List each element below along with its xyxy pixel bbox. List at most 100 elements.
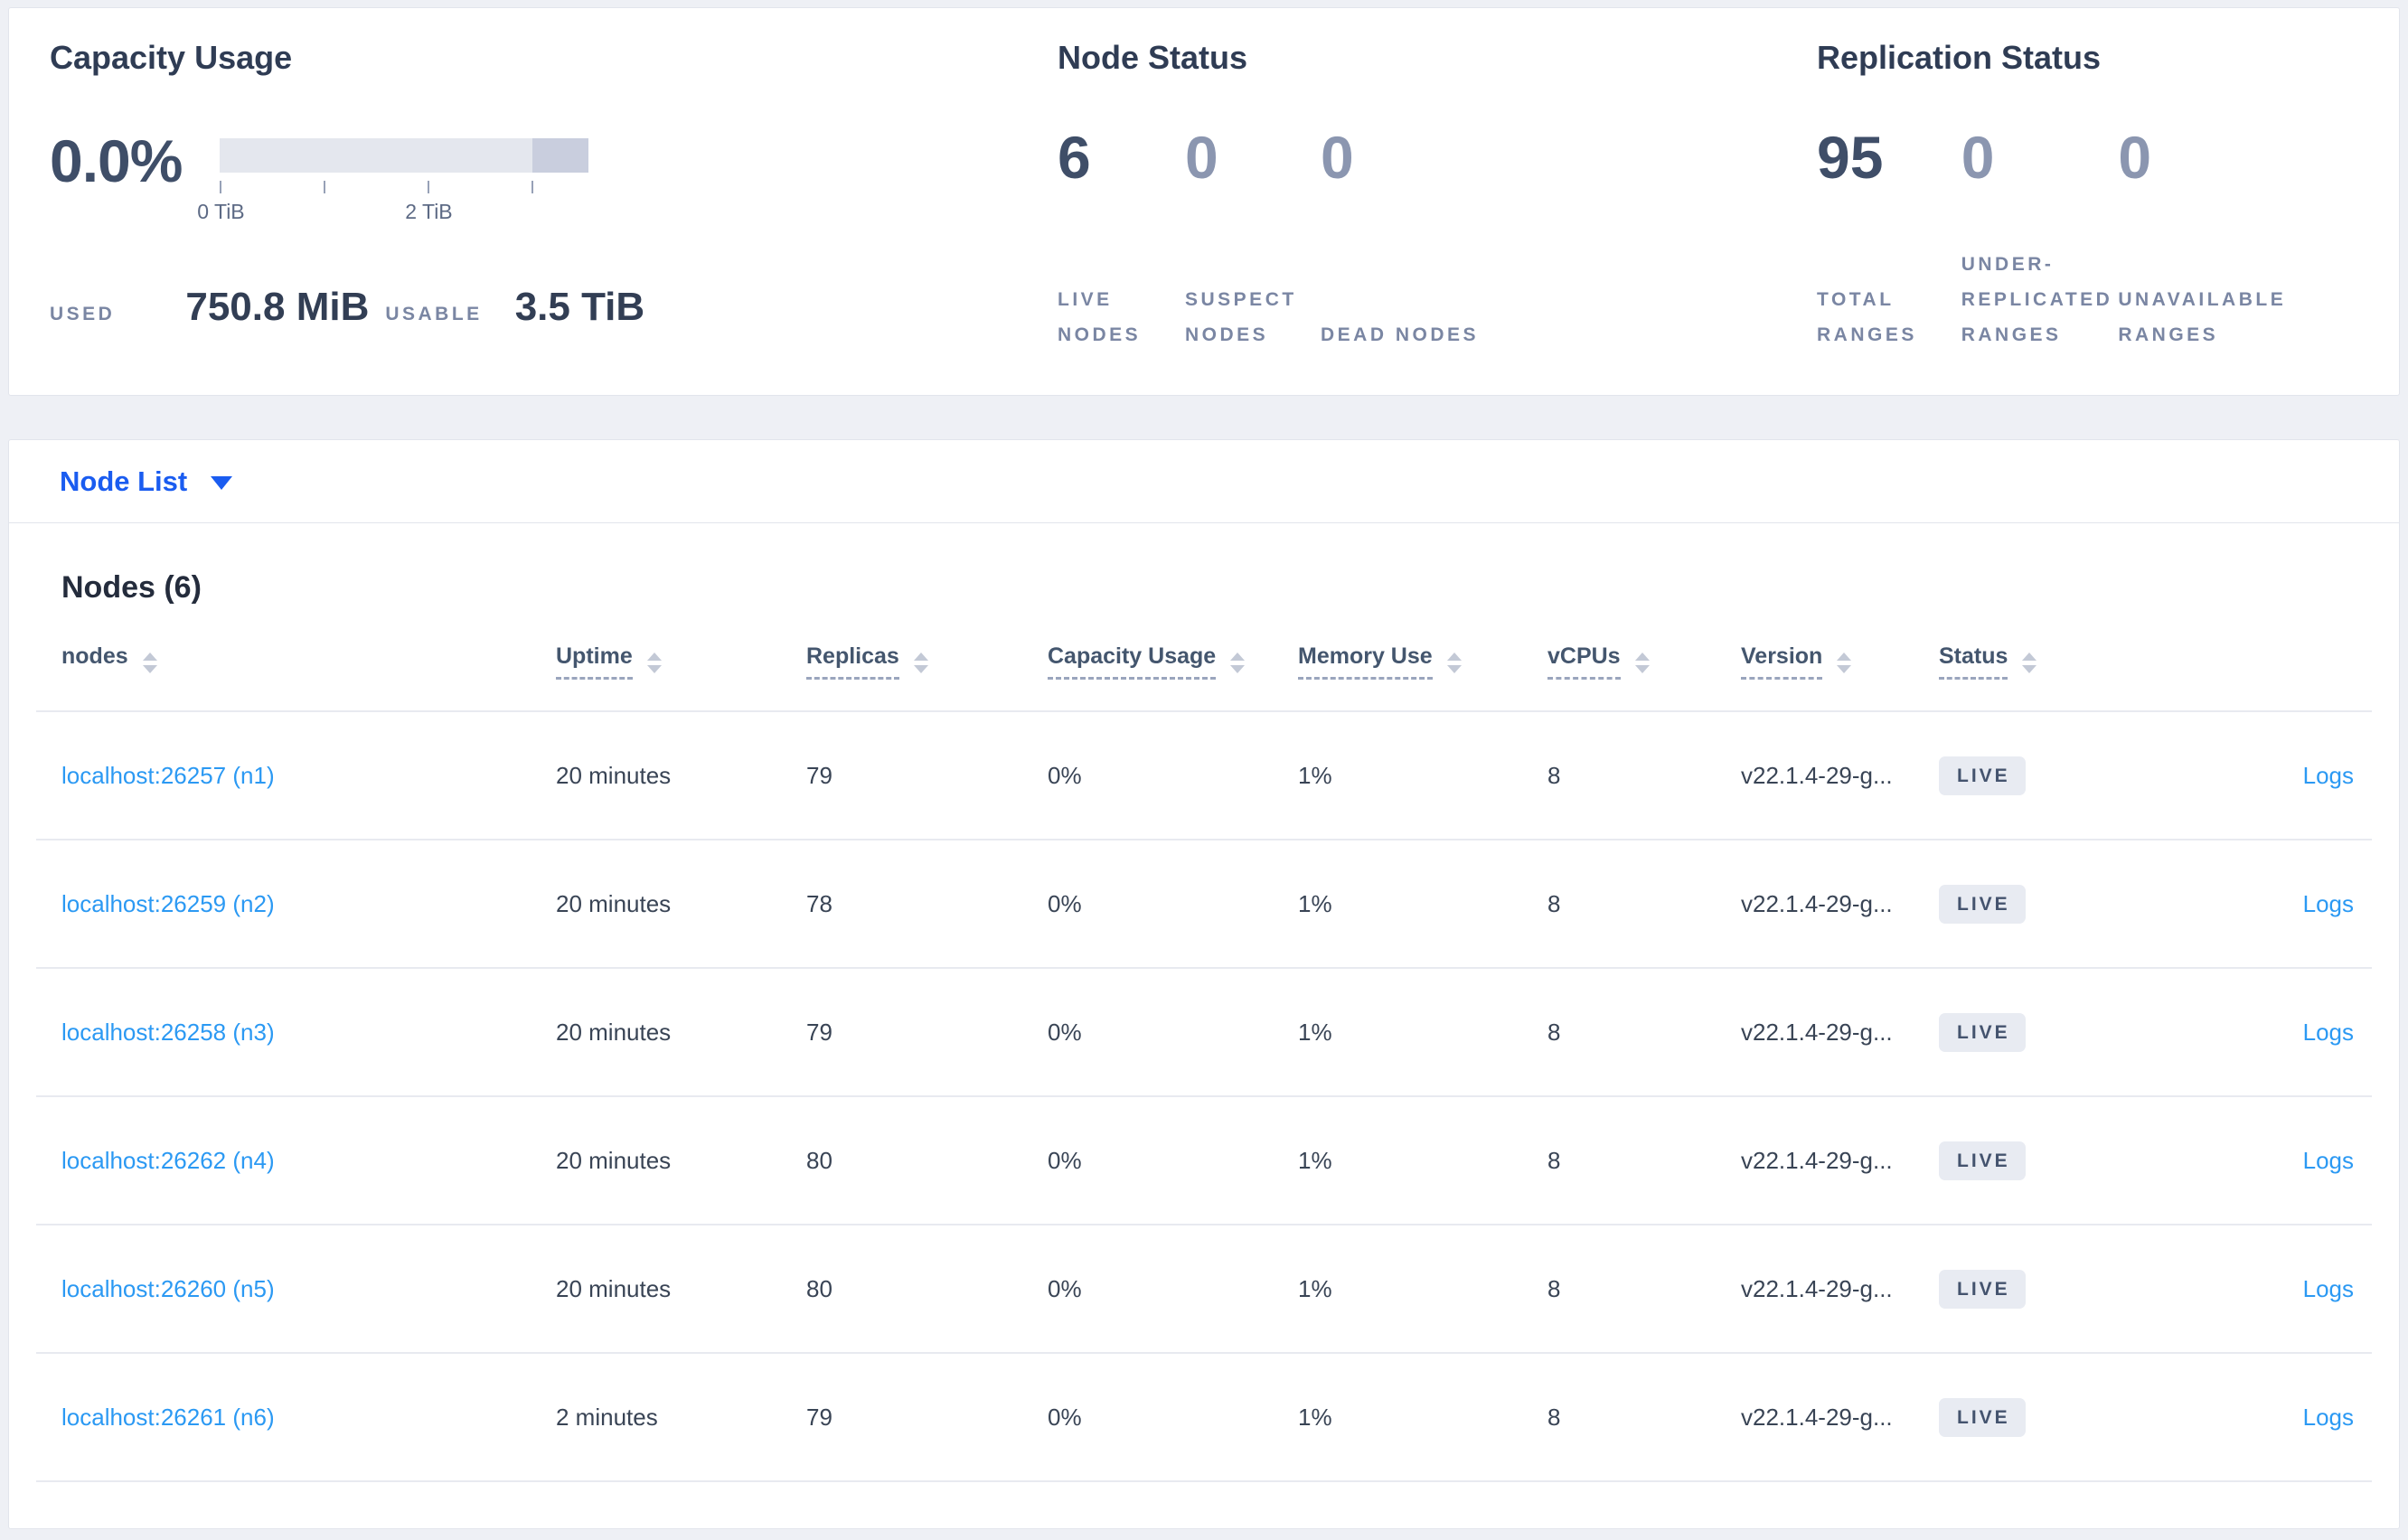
cluster-summary-card: Capacity Usage 0.0% 0 TiB 2 TiB USED 750…: [8, 7, 2400, 396]
live-nodes-stat: 6 LIVE NODES: [1058, 127, 1185, 353]
replicas-cell: 80: [806, 1146, 832, 1174]
usable-value: 3.5 TiB: [514, 285, 645, 329]
capacity-usage-section: Capacity Usage 0.0% 0 TiB 2 TiB USED 750…: [50, 39, 1058, 395]
column-header-replicas[interactable]: Replicas: [806, 643, 1048, 680]
status-badge: LIVE: [1939, 1012, 2026, 1052]
nodes-table-card: Nodes (6) nodes Uptime Replicas Capacity…: [8, 522, 2400, 1529]
uptime-cell: 20 minutes: [556, 1274, 672, 1302]
node-link[interactable]: localhost:26259 (n2): [61, 890, 275, 917]
memory-use-cell: 1%: [1298, 1146, 1332, 1174]
axis-tick-label: 2 TiB: [405, 200, 453, 223]
column-header-label: Uptime: [556, 643, 633, 680]
vcpus-cell: 8: [1547, 889, 1561, 917]
logs-link[interactable]: Logs: [2303, 1404, 2354, 1431]
uptime-cell: 20 minutes: [556, 1146, 672, 1174]
version-cell: v22.1.4-29-g...: [1741, 1146, 1893, 1174]
capacity-bar: 0 TiB 2 TiB: [197, 138, 589, 227]
node-status-title: Node Status: [1058, 39, 1248, 76]
node-link[interactable]: localhost:26260 (n5): [61, 1275, 275, 1302]
column-header-label: Replicas: [806, 643, 899, 680]
logs-link[interactable]: Logs: [2303, 890, 2354, 917]
chevron-down-icon: [211, 476, 233, 490]
unavailable-ranges-stat: 0 UNAVAILABLE RANGES: [2118, 127, 2358, 353]
unavailable-ranges-value: 0: [2118, 124, 2152, 191]
column-header-nodes[interactable]: nodes: [36, 643, 556, 673]
total-ranges-value: 95: [1817, 124, 1884, 191]
logs-link[interactable]: Logs: [2303, 762, 2354, 789]
memory-use-cell: 1%: [1298, 889, 1332, 917]
status-badge: LIVE: [1939, 1141, 2026, 1180]
sort-icon: [1837, 652, 1852, 673]
column-header-status[interactable]: Status: [1939, 643, 2138, 680]
usable-label: USABLE: [385, 304, 483, 324]
status-badge: LIVE: [1939, 1269, 2026, 1309]
table-row: localhost:26260 (n5) 20 minutes 80 0% 1%…: [36, 1225, 2372, 1354]
total-ranges-label: TOTAL RANGES: [1817, 289, 1917, 346]
axis-tick: [324, 181, 326, 193]
sort-icon: [2022, 652, 2037, 673]
column-header-uptime[interactable]: Uptime: [556, 643, 806, 680]
capacity-usage-cell: 0%: [1048, 1018, 1082, 1046]
capacity-used-usable-row: USED 750.8 MiB USABLE 3.5 TiB: [50, 285, 1058, 330]
node-link[interactable]: localhost:26257 (n1): [61, 762, 275, 789]
node-link[interactable]: localhost:26262 (n4): [61, 1147, 275, 1174]
vcpus-cell: 8: [1547, 1146, 1561, 1174]
node-link[interactable]: localhost:26261 (n6): [61, 1404, 275, 1431]
capacity-usage-cell: 0%: [1048, 761, 1082, 789]
vcpus-cell: 8: [1547, 1018, 1561, 1046]
table-row: localhost:26261 (n6) 2 minutes 79 0% 1% …: [36, 1354, 2372, 1482]
suspect-nodes-label: SUSPECT NODES: [1185, 289, 1297, 346]
axis-tick: [220, 181, 222, 193]
version-cell: v22.1.4-29-g...: [1741, 889, 1893, 917]
column-header-vcpus[interactable]: vCPUs: [1547, 643, 1741, 680]
capacity-axis-ticks: [220, 181, 588, 194]
replication-stats: 95 TOTAL RANGES 0 UNDER-REPLICATED RANGE…: [1817, 127, 2358, 353]
table-row: localhost:26259 (n2) 20 minutes 78 0% 1%…: [36, 840, 2372, 969]
suspect-nodes-value: 0: [1185, 124, 1218, 191]
under-replicated-ranges-label: UNDER-REPLICATED RANGES: [1961, 254, 2113, 346]
node-status-section: Node Status 6 LIVE NODES 0 SUSPECT NODES…: [1058, 39, 1817, 395]
logs-link[interactable]: Logs: [2303, 1275, 2354, 1302]
version-cell: v22.1.4-29-g...: [1741, 1018, 1893, 1046]
sort-icon: [913, 652, 928, 673]
uptime-cell: 20 minutes: [556, 761, 672, 789]
column-header-label: nodes: [61, 643, 128, 669]
vcpus-cell: 8: [1547, 761, 1561, 789]
node-list-dropdown[interactable]: Node List: [8, 439, 2400, 522]
node-status-stats: 6 LIVE NODES 0 SUSPECT NODES 0 DEAD NODE…: [1058, 127, 1817, 353]
total-ranges-stat: 95 TOTAL RANGES: [1817, 127, 1961, 353]
column-header-label: Capacity Usage: [1048, 643, 1217, 680]
under-replicated-ranges-value: 0: [1961, 124, 1995, 191]
capacity-usage-cell: 0%: [1048, 1274, 1082, 1302]
version-cell: v22.1.4-29-g...: [1741, 1403, 1893, 1431]
table-row: localhost:26262 (n4) 20 minutes 80 0% 1%…: [36, 1097, 2372, 1225]
column-header-label: vCPUs: [1547, 643, 1621, 680]
capacity-usage-cell: 0%: [1048, 1403, 1082, 1431]
memory-use-cell: 1%: [1298, 1403, 1332, 1431]
column-header-label: Version: [1741, 643, 1823, 680]
vcpus-cell: 8: [1547, 1403, 1561, 1431]
capacity-usage-cell: 0%: [1048, 889, 1082, 917]
replicas-cell: 79: [806, 1403, 832, 1431]
vcpus-cell: 8: [1547, 1274, 1561, 1302]
column-header-version[interactable]: Version: [1741, 643, 1939, 680]
capacity-percent-value: 0.0%: [50, 127, 183, 194]
memory-use-cell: 1%: [1298, 1018, 1332, 1046]
version-cell: v22.1.4-29-g...: [1741, 1274, 1893, 1302]
sort-icon: [142, 652, 157, 673]
logs-link[interactable]: Logs: [2303, 1019, 2354, 1046]
capacity-usage-title: Capacity Usage: [50, 39, 293, 76]
replicas-cell: 79: [806, 1018, 832, 1046]
suspect-nodes-stat: 0 SUSPECT NODES: [1185, 127, 1321, 353]
column-header-capacity-usage[interactable]: Capacity Usage: [1048, 643, 1298, 680]
node-link[interactable]: localhost:26258 (n3): [61, 1019, 275, 1046]
column-header-memory-use[interactable]: Memory Use: [1298, 643, 1547, 680]
nodes-table-header: nodes Uptime Replicas Capacity Usage Mem…: [36, 606, 2372, 712]
axis-tick: [428, 181, 430, 193]
axis-tick: [531, 181, 534, 193]
table-row: localhost:26258 (n3) 20 minutes 79 0% 1%…: [36, 969, 2372, 1097]
used-value: 750.8 MiB: [185, 285, 370, 329]
dead-nodes-label: DEAD NODES: [1321, 324, 1480, 346]
logs-link[interactable]: Logs: [2303, 1147, 2354, 1174]
replicas-cell: 79: [806, 761, 832, 789]
